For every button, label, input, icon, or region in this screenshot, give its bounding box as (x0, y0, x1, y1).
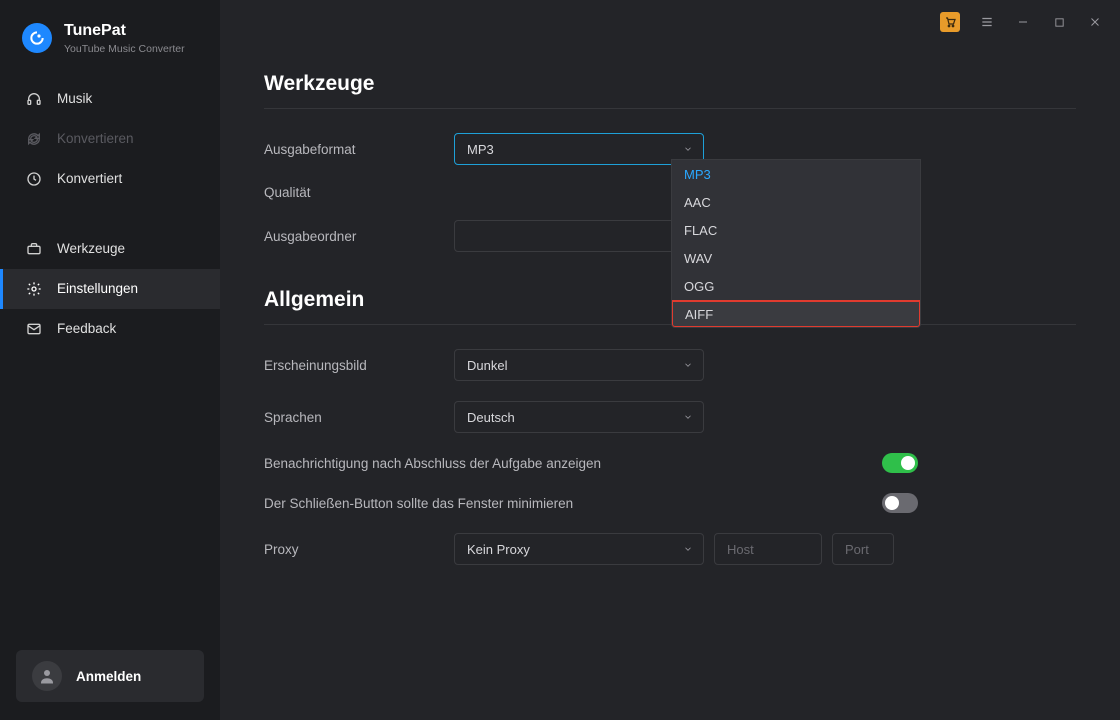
dropdown-option-ogg[interactable]: OGG (672, 272, 920, 300)
sidebar-item-label: Konvertiert (57, 171, 122, 186)
clock-icon (25, 170, 43, 188)
languages-select[interactable]: Deutsch (454, 401, 704, 433)
headphones-icon (25, 90, 43, 108)
sidebar-item-feedback[interactable]: Feedback (0, 309, 220, 349)
minimize-label: Der Schließen-Button sollte das Fenster … (264, 496, 882, 511)
sidebar-item-label: Einstellungen (57, 281, 138, 296)
dropdown-option-mp3[interactable]: MP3 (672, 160, 920, 188)
sidebar: TunePat YouTube Music Converter Musik Ko… (0, 0, 220, 720)
menu-button[interactable] (978, 13, 996, 31)
minimize-toggle[interactable] (882, 493, 918, 513)
sidebar-item-convert[interactable]: Konvertieren (0, 119, 220, 159)
quality-label: Qualität (264, 185, 454, 200)
sidebar-item-label: Konvertieren (57, 131, 134, 146)
gear-icon (25, 280, 43, 298)
settings-content: Werkzeuge Ausgabeformat MP3 Qualität Aus… (220, 44, 1120, 565)
dropdown-option-flac[interactable]: FLAC (672, 216, 920, 244)
chevron-down-icon (683, 544, 693, 554)
output-folder-label: Ausgabeordner (264, 229, 454, 244)
chevron-down-icon (683, 412, 693, 422)
cart-button[interactable] (940, 12, 960, 32)
output-format-select[interactable]: MP3 (454, 133, 704, 165)
languages-value: Deutsch (467, 410, 515, 425)
close-button[interactable] (1086, 13, 1104, 31)
proxy-select[interactable]: Kein Proxy (454, 533, 704, 565)
sidebar-item-label: Feedback (57, 321, 116, 336)
sidebar-item-label: Musik (57, 91, 92, 106)
toolbox-icon (25, 240, 43, 258)
dropdown-option-wav[interactable]: WAV (672, 244, 920, 272)
sidebar-item-music[interactable]: Musik (0, 79, 220, 119)
output-format-label: Ausgabeformat (264, 142, 454, 157)
appearance-label: Erscheinungsbild (264, 358, 454, 373)
brand: TunePat YouTube Music Converter (0, 22, 220, 79)
proxy-port-input[interactable]: Port (832, 533, 894, 565)
refresh-icon (25, 130, 43, 148)
output-format-dropdown: MP3 AAC FLAC WAV OGG AIFF (671, 159, 921, 328)
sidebar-nav: Musik Konvertieren Konvertiert Werkzeuge… (0, 79, 220, 349)
sidebar-item-tools[interactable]: Werkzeuge (0, 229, 220, 269)
chevron-down-icon (683, 360, 693, 370)
sidebar-item-converted[interactable]: Konvertiert (0, 159, 220, 199)
chevron-down-icon (683, 144, 693, 154)
mail-icon (25, 320, 43, 338)
appearance-value: Dunkel (467, 358, 507, 373)
minimize-button[interactable] (1014, 13, 1032, 31)
output-format-value: MP3 (467, 142, 494, 157)
languages-label: Sprachen (264, 410, 454, 425)
proxy-value: Kein Proxy (467, 542, 530, 557)
main-panel: Werkzeuge Ausgabeformat MP3 Qualität Aus… (220, 0, 1120, 720)
sidebar-item-settings[interactable]: Einstellungen (0, 269, 220, 309)
section-title-general: Allgemein (264, 288, 1076, 325)
section-title-tools: Werkzeuge (264, 72, 1076, 109)
notify-toggle[interactable] (882, 453, 918, 473)
dropdown-option-aac[interactable]: AAC (672, 188, 920, 216)
brand-name: TunePat (64, 22, 185, 40)
signin-label: Anmelden (76, 669, 141, 684)
brand-logo-icon (22, 23, 52, 53)
appearance-select[interactable]: Dunkel (454, 349, 704, 381)
app-window: TunePat YouTube Music Converter Musik Ko… (0, 0, 1120, 720)
proxy-host-input[interactable]: Host (714, 533, 822, 565)
brand-subtitle: YouTube Music Converter (64, 43, 185, 55)
signin-button[interactable]: Anmelden (16, 650, 204, 702)
sidebar-item-label: Werkzeuge (57, 241, 125, 256)
titlebar (220, 0, 1120, 44)
maximize-button[interactable] (1050, 13, 1068, 31)
dropdown-option-aiff[interactable]: AIFF (671, 300, 921, 328)
notify-label: Benachrichtigung nach Abschluss der Aufg… (264, 456, 882, 471)
proxy-label: Proxy (264, 542, 454, 557)
avatar-icon (32, 661, 62, 691)
